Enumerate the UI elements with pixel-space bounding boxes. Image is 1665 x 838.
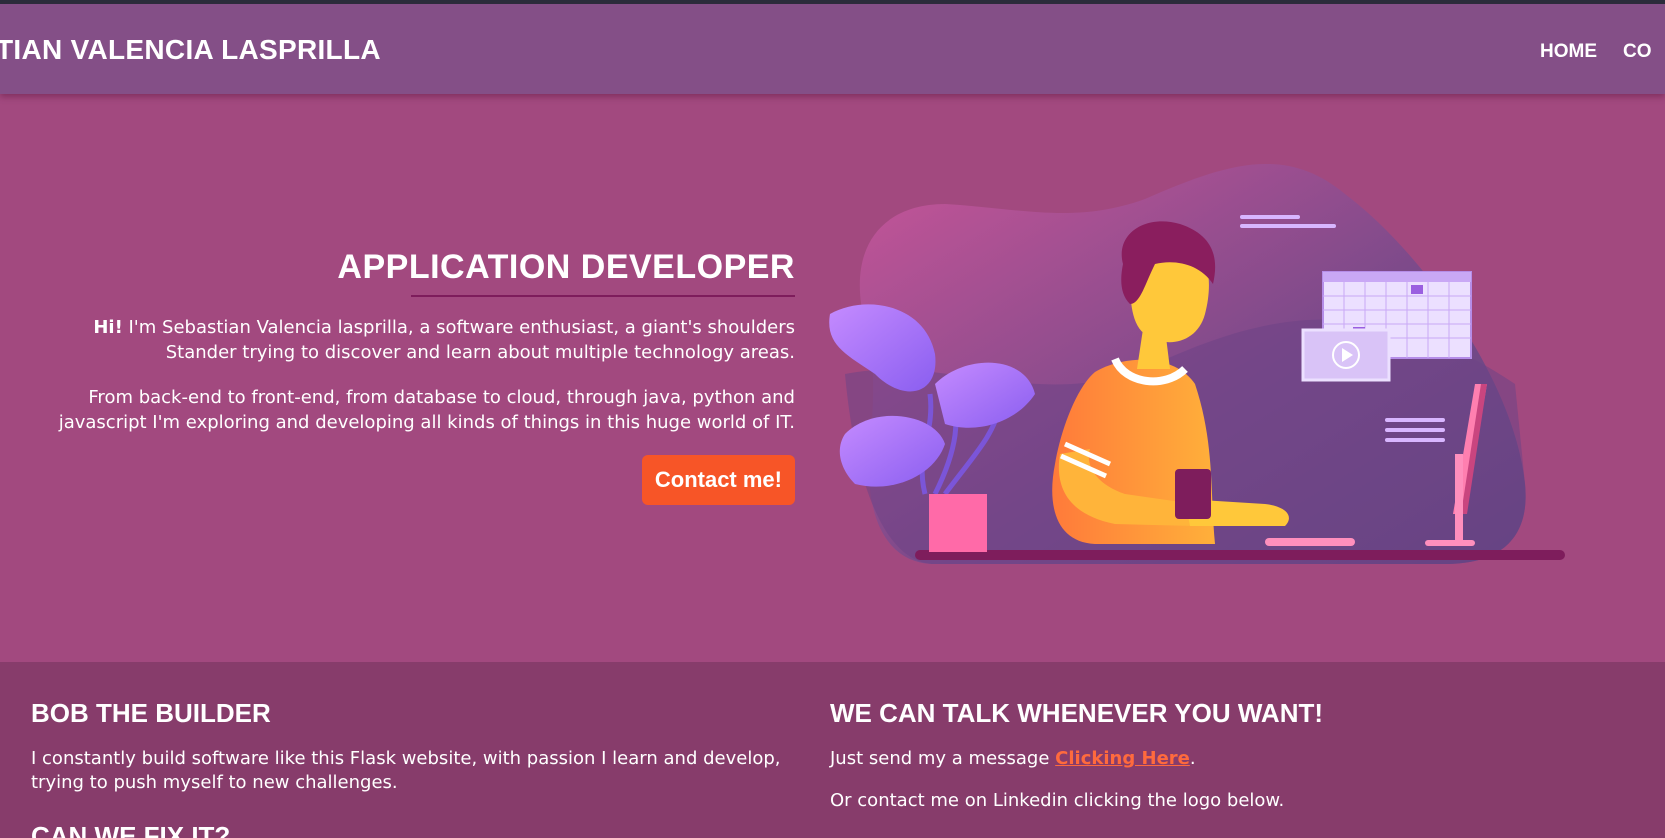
builder-heading: BOB THE BUILDER — [31, 698, 271, 728]
developer-illustration — [829, 163, 1565, 564]
nav-home-link[interactable]: HOME — [1540, 41, 1597, 63]
hero-section: APPLICATION DEVELOPER Hi! I'm Sebastian … — [0, 94, 1665, 662]
main-nav: HOME CO — [1540, 41, 1652, 63]
hero-paragraph: From back-end to front-end, from databas… — [58, 387, 795, 433]
about-section: BOB THE BUILDER I constantly build softw… — [0, 662, 1665, 838]
builder-text: I constantly build software like this Fl… — [31, 748, 781, 793]
message-pre: Just send my a message — [830, 748, 1056, 769]
message-line: Just send my a message Clicking Here. — [830, 747, 1630, 771]
hero-intro: Hi! I'm Sebastian Valencia lasprilla, a … — [30, 315, 795, 365]
contact-me-button[interactable]: Contact me! — [641, 455, 795, 505]
hero-intro-text: I'm Sebastian Valencia lasprilla, a soft… — [122, 317, 796, 363]
hero-intro-bold: Hi! — [93, 317, 123, 338]
hero-title: APPLICATION DEVELOPER — [337, 248, 795, 286]
right-column: WE CAN TALK WHENEVER YOU WANT! Just send… — [830, 698, 1630, 813]
talk-heading: WE CAN TALK WHENEVER YOU WANT! — [830, 698, 1324, 728]
fix-heading: CAN WE FIX IT? — [31, 821, 231, 838]
nav-contact-link[interactable]: CO — [1623, 41, 1652, 63]
linkedin-line: Or contact me on Linkedin clicking the l… — [830, 790, 1285, 811]
clicking-here-link[interactable]: Clicking Here — [1055, 748, 1190, 769]
hero-text: APPLICATION DEVELOPER Hi! I'm Sebastian … — [30, 248, 795, 505]
message-post: . — [1189, 748, 1196, 769]
title-underline — [411, 295, 795, 297]
video-play-icon — [1301, 328, 1391, 382]
site-header: TIAN VALENCIA LASPRILLA HOME CO — [0, 4, 1665, 94]
site-brand[interactable]: TIAN VALENCIA LASPRILLA — [0, 34, 381, 66]
left-column: BOB THE BUILDER I constantly build softw… — [31, 698, 801, 838]
